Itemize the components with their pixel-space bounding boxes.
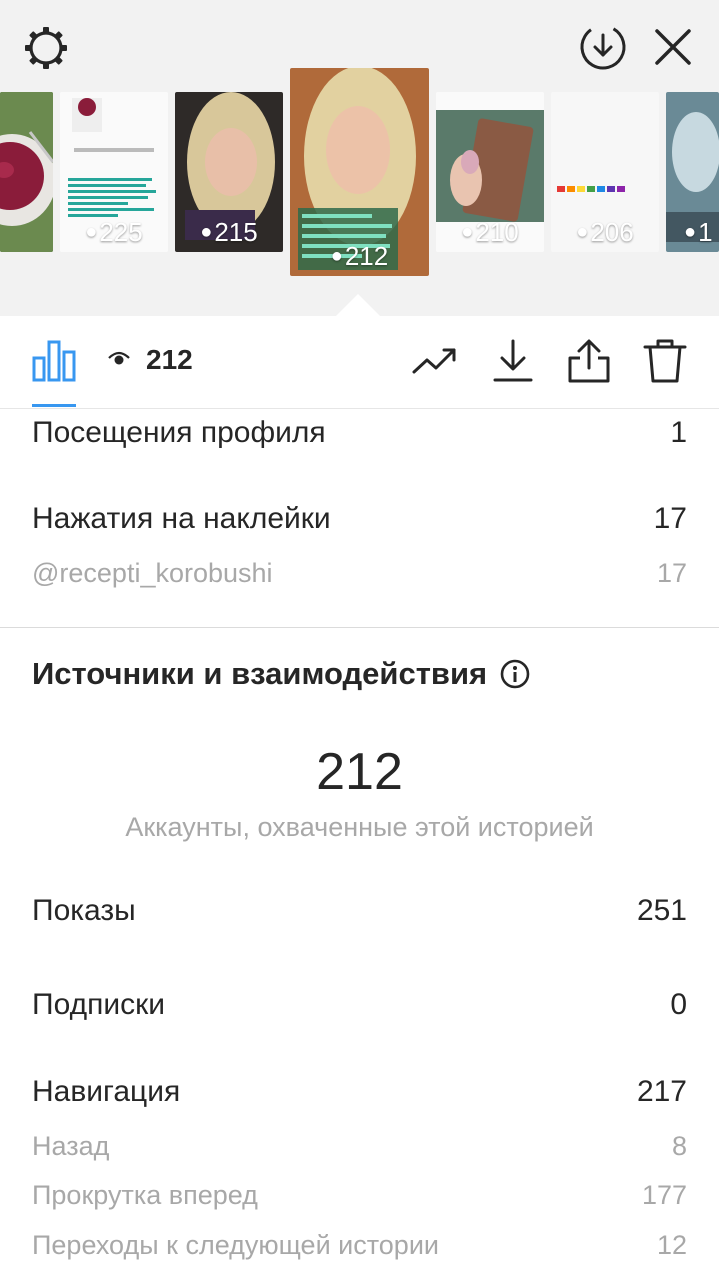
gear-icon[interactable] (22, 24, 70, 72)
stat-value: 17 (656, 558, 687, 588)
story-toolbar: 212 (0, 316, 719, 409)
story-thumbnail[interactable]: ●210 (436, 92, 544, 252)
story-thumbnail[interactable]: ●215 (175, 92, 283, 252)
stat-value: 12 (656, 1230, 687, 1260)
views-count: 212 (146, 344, 193, 375)
close-icon[interactable] (652, 26, 694, 68)
stat-label: Показы (32, 894, 136, 927)
stat-label: Прокрутка вперед (32, 1180, 258, 1210)
stat-value: 0 (670, 988, 687, 1021)
bar-chart-icon[interactable] (32, 338, 76, 382)
story-thumbnail[interactable]: ●1 (666, 92, 719, 252)
selected-story-pointer (336, 294, 380, 316)
story-view-count: ●1 (684, 217, 713, 247)
stories-header: ●225 ●215 ●212 ●210 ●206 ●1 (0, 0, 719, 316)
download-circle-icon[interactable] (578, 22, 628, 72)
section-divider (0, 627, 719, 628)
stat-sticker-account[interactable]: @recepti_korobushi 17 (32, 558, 687, 589)
trash-icon[interactable] (642, 338, 688, 384)
reach-value: 212 (316, 743, 403, 801)
stat-value: 177 (641, 1180, 687, 1210)
info-icon[interactable] (499, 658, 531, 690)
stat-follows: Подписки 0 (32, 988, 687, 1022)
stat-label: @recepti_korobushi (32, 558, 273, 588)
story-thumbnail[interactable]: ●225 (60, 92, 168, 252)
story-view-count: ●212 (330, 241, 389, 271)
stat-value: 1 (670, 416, 687, 449)
stat-value: 251 (636, 894, 687, 927)
stat-navigation: Навигация 217 (32, 1075, 687, 1109)
trending-icon[interactable] (412, 338, 458, 384)
stat-next-story: Переходы к следующей истории 12 (32, 1230, 687, 1261)
stat-forward: Прокрутка вперед 177 (32, 1180, 687, 1211)
stat-label: Посещения профиля (32, 416, 326, 449)
stat-impressions: Показы 251 (32, 894, 687, 928)
eye-icon (108, 351, 130, 365)
stat-back: Назад 8 (32, 1131, 687, 1162)
story-thumbnail[interactable]: ●206 (551, 92, 659, 252)
stat-value: 8 (671, 1131, 687, 1161)
story-view-count: ●206 (576, 217, 634, 247)
stories-carousel[interactable]: ●225 ●215 ●212 ●210 ●206 ●1 (0, 68, 719, 280)
story-view-count: ●215 (200, 217, 258, 247)
stat-profile-visits: Посещения профиля 1 (32, 416, 687, 450)
story-view-count: ●210 (461, 217, 519, 247)
story-thumbnail[interactable] (0, 92, 53, 252)
stat-value: 217 (636, 1075, 687, 1108)
share-icon[interactable] (566, 338, 612, 384)
stat-sticker-taps: Нажатия на наклейки 17 (32, 502, 687, 536)
stat-label: Навигация (32, 1075, 181, 1108)
active-tab-indicator (32, 404, 76, 407)
stat-label: Переходы к следующей истории (32, 1230, 439, 1260)
story-view-count: ●225 (85, 217, 143, 247)
reach-caption: Аккаунты, охваченные этой историей (125, 812, 594, 842)
stat-label: Назад (32, 1131, 110, 1161)
section-title: Источники и взаимодействия (32, 656, 531, 692)
download-icon[interactable] (490, 338, 536, 384)
stat-label: Нажатия на наклейки (32, 502, 331, 535)
story-thumbnail-selected[interactable]: ●212 (290, 68, 429, 276)
stat-label: Подписки (32, 988, 165, 1021)
stat-value: 17 (653, 502, 687, 535)
